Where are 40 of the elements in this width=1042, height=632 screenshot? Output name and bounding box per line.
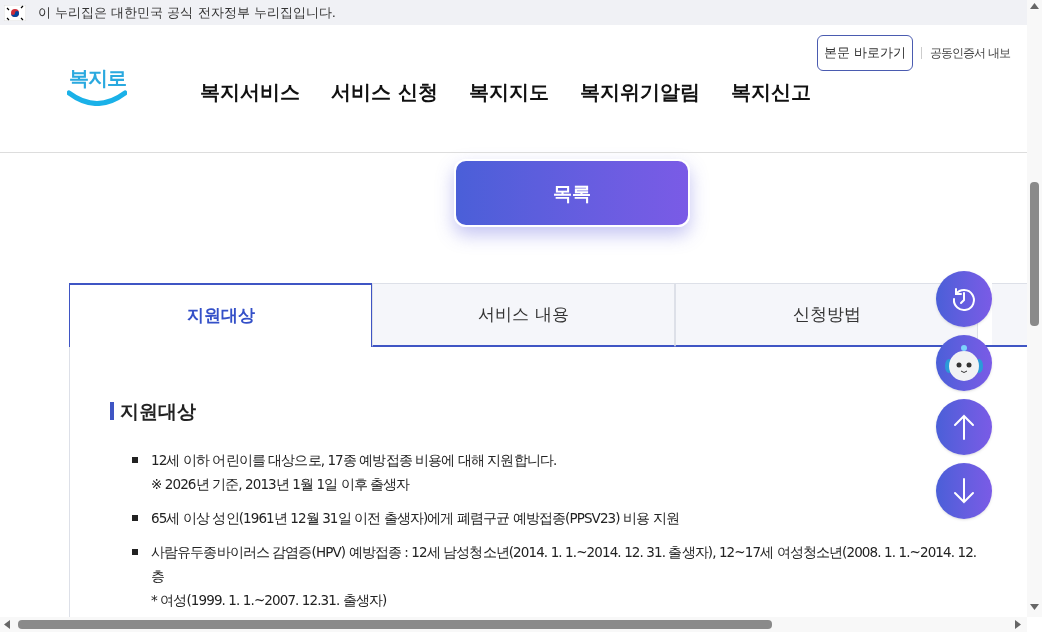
bullet-icon bbox=[132, 548, 138, 555]
list-text: 12세 이하 어린이를 대상으로, 17종 예방접종 비용에 대해 지원합니다. bbox=[151, 450, 557, 470]
chatbot-button[interactable] bbox=[936, 335, 992, 391]
arrow-up-icon bbox=[953, 413, 975, 441]
heading-bar bbox=[110, 402, 114, 421]
history-icon bbox=[950, 285, 978, 313]
nav-link[interactable]: 복지지도 bbox=[468, 76, 549, 107]
tab[interactable]: 지원대상 bbox=[69, 283, 372, 347]
horizontal-scrollbar[interactable] bbox=[0, 617, 1027, 632]
list-text: 65세 이상 성인(1961년 12월 31일 이전 출생자)에게 폐렴구균 예방접종(PPSV23) 비용 지원 bbox=[151, 508, 679, 528]
certificate-link[interactable]: 공동인증서 내보 bbox=[930, 44, 1010, 62]
list-text: * 여성(1999. 1. 1.~2007. 12.31. 출생자) bbox=[151, 590, 388, 610]
bullet-icon bbox=[132, 514, 138, 521]
scroll-bottom-button[interactable] bbox=[936, 463, 992, 519]
scroll-down-icon[interactable] bbox=[1030, 604, 1039, 610]
tab[interactable]: 서비스 내용 bbox=[372, 283, 675, 347]
list-text: ※ 2026년 기준, 2013년 1월 1일 이후 출생자 bbox=[151, 474, 411, 494]
scrollbar-thumb[interactable] bbox=[18, 620, 772, 629]
list-button[interactable]: 목록 bbox=[453, 159, 690, 227]
scrollbar-thumb[interactable] bbox=[1030, 182, 1039, 326]
arrow-down-icon bbox=[953, 477, 975, 505]
list-text: 사람유두종바이러스 감염증(HPV) 예방접종 : 12세 남성청소년(2014. 1. 1.~2014. 12. 31. 출생자), 12~17세 여성청소년(2008. 1. 1.~2014. 12. bbox=[151, 542, 977, 562]
banner-text: 이 누리집은 대한민국 공식 전자정부 누리집입니다. bbox=[38, 3, 336, 22]
nav-link[interactable]: 서비스 신청 bbox=[331, 76, 438, 107]
scroll-right-icon[interactable] bbox=[1015, 620, 1021, 629]
list-text: 층 bbox=[151, 566, 166, 586]
scroll-left-icon[interactable] bbox=[4, 620, 10, 629]
nav-link[interactable]: 복지위기알림 bbox=[579, 76, 700, 107]
history-button[interactable] bbox=[936, 271, 992, 327]
bullet-icon bbox=[132, 456, 138, 463]
tab[interactable] bbox=[992, 283, 1027, 347]
tab[interactable]: 신청방법 bbox=[675, 283, 978, 347]
nav-link[interactable]: 복지신고 bbox=[730, 76, 811, 107]
vertical-scrollbar[interactable] bbox=[1027, 0, 1042, 617]
skip-link-button[interactable]: 본문 바로가기 bbox=[817, 35, 914, 71]
scroll-up-icon[interactable] bbox=[1030, 3, 1039, 9]
scroll-top-button[interactable] bbox=[936, 399, 992, 455]
section-heading: 지원대상 bbox=[120, 399, 196, 424]
nav-link[interactable]: 복지서비스 bbox=[200, 76, 300, 107]
flag-icon bbox=[4, 4, 26, 21]
